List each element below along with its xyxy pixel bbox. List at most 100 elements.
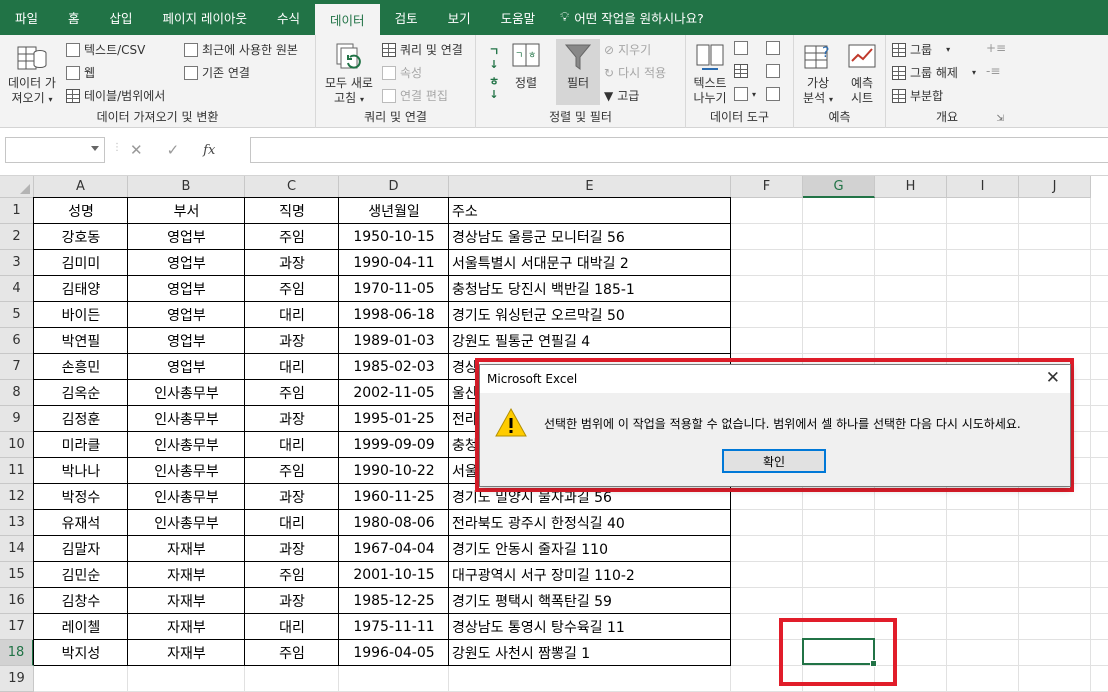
row-header-12[interactable]: 12 (0, 484, 34, 510)
table-cell[interactable]: 김옥순 (34, 380, 128, 406)
table-cell[interactable]: 자재부 (128, 640, 245, 666)
hide-detail-button[interactable]: -≡ (986, 64, 1000, 78)
close-icon[interactable]: ✕ (1046, 368, 1060, 388)
table-cell[interactable]: 강원도 사천시 짬뽕길 1 (449, 640, 731, 666)
table-cell[interactable]: 인사총무부 (128, 510, 245, 536)
table-cell[interactable]: 대리 (245, 614, 339, 640)
dialog-launcher-icon[interactable]: ⇲ (996, 114, 1004, 124)
table-cell[interactable]: 레이첼 (34, 614, 128, 640)
table-cell[interactable]: 과장 (245, 328, 339, 354)
table-cell[interactable]: 유재석 (34, 510, 128, 536)
table-cell[interactable]: 김태양 (34, 276, 128, 302)
cancel-icon[interactable]: ✕ (130, 141, 143, 159)
table-cell[interactable]: 과장 (245, 406, 339, 432)
table-cell[interactable]: 자재부 (128, 536, 245, 562)
table-cell[interactable]: 박지성 (34, 640, 128, 666)
table-cell[interactable]: 영업부 (128, 250, 245, 276)
table-cell[interactable]: 대리 (245, 510, 339, 536)
column-header-a[interactable]: A (34, 176, 128, 198)
refresh-all-button[interactable]: 모두 새로 고침 ▾ (320, 41, 378, 107)
table-cell[interactable]: 과장 (245, 250, 339, 276)
table-cell[interactable]: 김말자 (34, 536, 128, 562)
row-header-7[interactable]: 7 (0, 354, 34, 380)
ungroup-button[interactable]: 그룹 해제 ▾ (892, 64, 976, 81)
tab-review[interactable]: 검토 (380, 0, 433, 35)
table-cell[interactable]: 인사총무부 (128, 406, 245, 432)
flash-fill-button[interactable] (734, 41, 752, 55)
column-header-b[interactable]: B (128, 176, 245, 198)
table-cell[interactable]: 1985-12-25 (339, 588, 449, 614)
table-cell[interactable]: 1999-09-09 (339, 432, 449, 458)
subtotal-button[interactable]: 부분합 (892, 87, 943, 104)
show-detail-button[interactable]: +≡ (986, 41, 1006, 55)
column-header-c[interactable]: C (245, 176, 339, 198)
table-cell[interactable]: 강원도 필통군 연필길 4 (449, 328, 731, 354)
advanced-button[interactable]: ▼ 고급 (604, 87, 639, 104)
row-header-8[interactable]: 8 (0, 380, 34, 406)
table-cell[interactable]: 과장 (245, 588, 339, 614)
enter-icon[interactable]: ✓ (167, 141, 180, 159)
table-cell[interactable]: 인사총무부 (128, 484, 245, 510)
ok-button[interactable]: 확인 (722, 449, 826, 473)
column-header-e[interactable]: E (449, 176, 731, 198)
column-header-h[interactable]: H (875, 176, 947, 198)
table-cell[interactable]: 주임 (245, 380, 339, 406)
table-cell[interactable]: 서울특별시 서대문구 대박길 2 (449, 250, 731, 276)
tab-help[interactable]: 도움말 (486, 0, 551, 35)
table-cell[interactable]: 대리 (245, 302, 339, 328)
tab-view[interactable]: 보기 (433, 0, 486, 35)
table-cell[interactable]: 주임 (245, 458, 339, 484)
row-header-5[interactable]: 5 (0, 302, 34, 328)
row-header-16[interactable]: 16 (0, 588, 34, 614)
table-cell[interactable]: 1970-11-05 (339, 276, 449, 302)
row-header-18[interactable]: 18 (0, 640, 34, 666)
table-cell[interactable]: 경기도 워싱턴군 오르막길 50 (449, 302, 731, 328)
row-header-3[interactable]: 3 (0, 250, 34, 276)
column-header-g[interactable]: G (803, 176, 875, 198)
column-header-d[interactable]: D (339, 176, 449, 198)
table-cell[interactable]: 자재부 (128, 588, 245, 614)
table-cell[interactable]: 영업부 (128, 354, 245, 380)
table-cell[interactable]: 1960-11-25 (339, 484, 449, 510)
manage-data-model-button[interactable] (766, 87, 784, 101)
row-header-2[interactable]: 2 (0, 224, 34, 250)
reapply-button[interactable]: ↻ 다시 적용 (604, 64, 666, 81)
table-cell[interactable]: 1989-01-03 (339, 328, 449, 354)
table-header-cell[interactable]: 생년월일 (339, 198, 449, 224)
relationships-button[interactable] (766, 64, 784, 78)
table-cell[interactable]: 강호동 (34, 224, 128, 250)
table-cell[interactable]: 인사총무부 (128, 380, 245, 406)
existing-connections-button[interactable]: 기존 연결 (184, 64, 250, 81)
table-cell[interactable]: 1990-10-22 (339, 458, 449, 484)
get-data-button[interactable]: 데이터 가 져오기 ▾ (4, 41, 60, 107)
table-cell[interactable]: 과장 (245, 484, 339, 510)
row-header-15[interactable]: 15 (0, 562, 34, 588)
table-cell[interactable]: 전라북도 광주시 한정식길 40 (449, 510, 731, 536)
table-cell[interactable]: 충청남도 당진시 백반길 185-1 (449, 276, 731, 302)
table-cell[interactable]: 주임 (245, 640, 339, 666)
table-cell[interactable]: 1995-01-25 (339, 406, 449, 432)
table-cell[interactable]: 경기도 평택시 핵폭탄길 59 (449, 588, 731, 614)
table-cell[interactable]: 인사총무부 (128, 458, 245, 484)
row-header-9[interactable]: 9 (0, 406, 34, 432)
sort-desc-button[interactable]: ㅎ ↓ (484, 75, 504, 101)
table-cell[interactable]: 영업부 (128, 224, 245, 250)
tab-file[interactable]: 파일 (0, 0, 53, 35)
table-cell[interactable]: 김민순 (34, 562, 128, 588)
table-cell[interactable]: 대리 (245, 432, 339, 458)
table-cell[interactable]: 주임 (245, 562, 339, 588)
table-cell[interactable]: 대리 (245, 354, 339, 380)
data-validation-button[interactable]: ▾ (734, 87, 756, 101)
table-cell[interactable]: 김정훈 (34, 406, 128, 432)
clear-button[interactable]: ⊘ 지우기 (604, 41, 651, 58)
tab-formulas[interactable]: 수식 (262, 0, 315, 35)
table-cell[interactable]: 김미미 (34, 250, 128, 276)
table-cell[interactable]: 1975-11-11 (339, 614, 449, 640)
filter-button[interactable]: 필터 (556, 39, 600, 105)
table-cell[interactable]: 1998-06-18 (339, 302, 449, 328)
tab-page-layout[interactable]: 페이지 레이아웃 (148, 0, 262, 35)
row-header-10[interactable]: 10 (0, 432, 34, 458)
table-cell[interactable]: 2002-11-05 (339, 380, 449, 406)
table-header-cell[interactable]: 부서 (128, 198, 245, 224)
table-range-button[interactable]: 테이블/범위에서 (66, 87, 165, 104)
